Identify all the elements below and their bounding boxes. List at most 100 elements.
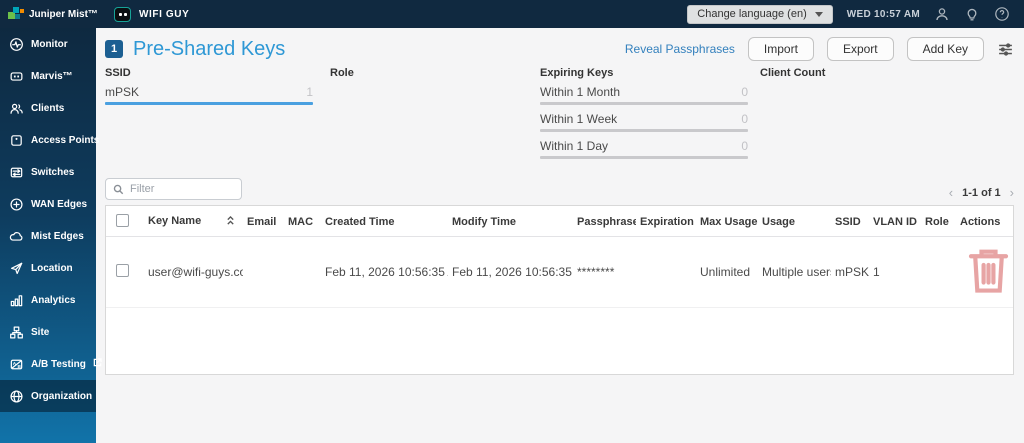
table-settings-icon[interactable]: [997, 41, 1014, 58]
access-points-icon: [9, 133, 24, 148]
sidebar-item-label: Site: [31, 327, 49, 338]
col-vlan-id[interactable]: VLAN ID: [869, 206, 921, 237]
col-ssid[interactable]: SSID: [831, 206, 869, 237]
expiring-week-label: Within 1 Week: [540, 111, 617, 127]
ssid-count: 1: [306, 84, 313, 100]
import-button[interactable]: Import: [748, 37, 814, 61]
stats-ssid-column: SSID mPSK 1: [105, 67, 330, 165]
psk-table-card: Key Name Email MAC Created Time Modify T…: [105, 205, 1014, 375]
clients-icon: [9, 101, 24, 116]
juniper-mist-logo[interactable]: Juniper Mist™: [0, 0, 96, 28]
key-count-badge: 1: [105, 40, 123, 58]
sidebar-item-mist-edges[interactable]: Mist Edges: [0, 220, 96, 252]
col-created-time[interactable]: Created Time: [321, 206, 448, 237]
sidebar-item-label: WAN Edges: [31, 199, 87, 210]
cell-expiration: [636, 237, 696, 308]
expiring-month-bar: [540, 102, 748, 105]
delete-key-icon[interactable]: [964, 286, 1013, 300]
analytics-icon: [9, 293, 24, 308]
sidebar-item-site[interactable]: Site: [0, 316, 96, 348]
sidebar-item-analytics[interactable]: Analytics: [0, 284, 96, 316]
sidebar-item-clients[interactable]: Clients: [0, 92, 96, 124]
col-role[interactable]: Role: [921, 206, 956, 237]
col-modify-time[interactable]: Modify Time: [448, 206, 573, 237]
organization-icon: [9, 389, 24, 404]
sidebar-item-label: Clients: [31, 103, 64, 114]
sidebar-item-ab-testing[interactable]: AB A/B Testing: [0, 348, 96, 380]
role-column-header: Role: [330, 67, 540, 79]
ssid-stat-mpsk[interactable]: mPSK 1: [105, 84, 313, 105]
expiring-day-stat[interactable]: Within 1 Day 0: [540, 138, 748, 159]
next-page-icon[interactable]: ›: [1010, 185, 1014, 200]
sidebar-item-label: Switches: [31, 167, 74, 178]
col-email[interactable]: Email: [243, 206, 284, 237]
sidebar-item-label: Access Points: [31, 135, 99, 146]
client-count-header: Client Count: [760, 67, 1014, 79]
org-switcher[interactable]: WIFI GUY: [114, 7, 189, 22]
col-mac[interactable]: MAC: [284, 206, 321, 237]
cell-usage: Multiple users: [758, 237, 831, 308]
cell-created-time: Feb 11, 2026 10:56:35 AM: [321, 237, 448, 308]
sidebar-item-label: Organization: [31, 391, 92, 402]
site-icon: [9, 325, 24, 340]
language-dropdown[interactable]: Change language (en): [687, 5, 832, 24]
marvis-icon: [9, 69, 24, 84]
sidebar-item-access-points[interactable]: Access Points: [0, 124, 96, 156]
expiring-day-label: Within 1 Day: [540, 138, 608, 154]
expiring-keys-header: Expiring Keys: [540, 67, 760, 79]
row-checkbox[interactable]: [116, 264, 129, 277]
col-expiration[interactable]: Expiration: [636, 206, 696, 237]
bulb-icon[interactable]: [964, 6, 980, 22]
cell-vlan-id: 1: [869, 237, 921, 308]
export-button[interactable]: Export: [827, 37, 894, 61]
user-icon[interactable]: [934, 6, 950, 22]
col-passphrase[interactable]: Passphrase: [573, 206, 636, 237]
stats-panel: SSID mPSK 1 Role Expiring Keys Within 1 …: [96, 61, 1024, 165]
sidebar-item-marvis[interactable]: Marvis™: [0, 60, 96, 92]
external-link-icon: [93, 358, 102, 370]
cell-ssid: mPSK: [831, 237, 869, 308]
col-usage[interactable]: Usage: [758, 206, 831, 237]
sidebar-item-switches[interactable]: Switches: [0, 156, 96, 188]
expiring-week-stat[interactable]: Within 1 Week 0: [540, 111, 748, 132]
expiring-month-count: 0: [741, 84, 748, 100]
sidebar-item-label: A/B Testing: [31, 359, 86, 370]
ssid-usage-bar: [105, 102, 313, 105]
sidebar-item-wan-edges[interactable]: WAN Edges: [0, 188, 96, 220]
filter-field[interactable]: [105, 178, 242, 200]
sidebar-item-label: Location: [31, 263, 73, 274]
topbar: Juniper Mist™ WIFI GUY Change language (…: [0, 0, 1024, 28]
language-dropdown-label: Change language (en): [697, 8, 806, 20]
ssid-name: mPSK: [105, 84, 139, 100]
wan-edges-icon: [9, 197, 24, 212]
col-max-usage[interactable]: Max Usage: [696, 206, 758, 237]
stats-expiring-column: Expiring Keys Within 1 Month 0 Within 1 …: [540, 67, 760, 165]
page-title: Pre-Shared Keys: [133, 38, 285, 61]
pagination-label: 1-1 of 1: [962, 187, 1001, 199]
prev-page-icon[interactable]: ‹: [949, 185, 953, 200]
cell-max-usage: Unlimited: [696, 237, 758, 308]
select-all-checkbox[interactable]: [116, 214, 129, 227]
sidebar-item-organization[interactable]: Organization: [0, 380, 96, 412]
help-icon[interactable]: [994, 6, 1010, 22]
expiring-month-label: Within 1 Month: [540, 84, 620, 100]
expiring-month-stat[interactable]: Within 1 Month 0: [540, 84, 748, 105]
sidebar-item-label: Marvis™: [31, 71, 73, 82]
sidebar-item-location[interactable]: Location: [0, 252, 96, 284]
table-row[interactable]: user@wifi-guys.com Feb 11, 2026 10:56:35…: [106, 237, 1013, 308]
psk-table: Key Name Email MAC Created Time Modify T…: [106, 206, 1013, 308]
expiring-day-bar: [540, 156, 748, 159]
stats-client-count-column: Client Count: [760, 67, 1014, 165]
cell-mac: [284, 237, 321, 308]
sidebar-item-monitor[interactable]: Monitor: [0, 28, 96, 60]
sort-ascending-icon[interactable]: [226, 215, 235, 229]
sidebar-item-label: Mist Edges: [31, 231, 84, 242]
reveal-passphrases-link[interactable]: Reveal Passphrases: [625, 42, 735, 56]
brand-name: Juniper Mist™: [29, 9, 98, 20]
juniper-logo-icon: [8, 6, 24, 22]
mist-edges-icon: [9, 229, 24, 244]
stats-role-column: Role: [330, 67, 540, 165]
add-key-button[interactable]: Add Key: [907, 37, 984, 61]
filter-input[interactable]: [130, 183, 234, 195]
col-key-name[interactable]: Key Name: [144, 206, 243, 237]
